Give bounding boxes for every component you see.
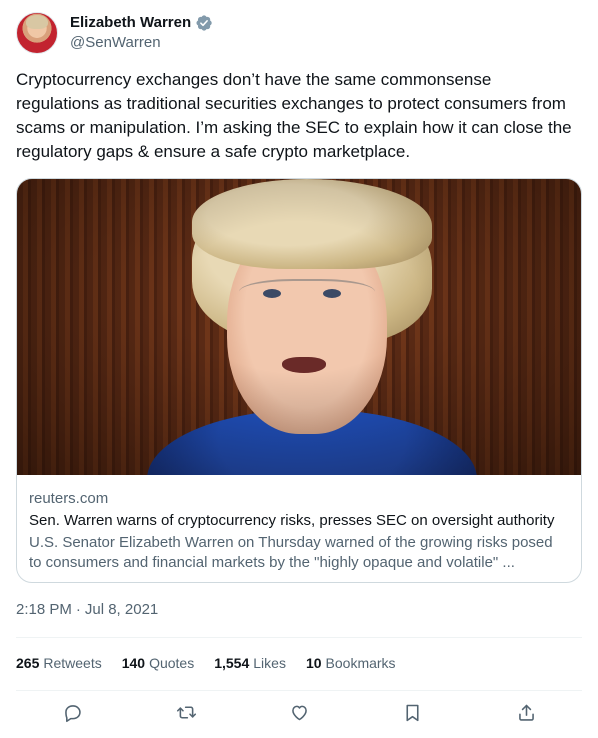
- tweet-header: Elizabeth Warren @SenWarren: [16, 12, 213, 54]
- verified-badge-icon: [195, 14, 213, 32]
- card-image[interactable]: [17, 179, 581, 475]
- bookmark-icon: [402, 702, 423, 728]
- retweet-icon: [176, 702, 197, 728]
- likes-label: Likes: [253, 655, 286, 671]
- bookmarks-count: 10: [305, 655, 322, 671]
- card-domain: reuters.com: [29, 490, 109, 507]
- retweets-label: Retweets: [43, 655, 102, 671]
- tweet-text: Cryptocurrency exchanges don’t have the …: [16, 70, 577, 161]
- timestamp[interactable]: 2:18 PM · Jul 8, 2021: [16, 600, 158, 620]
- stat-bookmarks[interactable]: 10 Bookmarks: [306, 653, 396, 673]
- share-icon: [516, 702, 537, 728]
- time-separator: ·: [75, 601, 81, 618]
- card-description: U.S. Senator Elizabeth Warren on Thursda…: [29, 534, 553, 571]
- bookmarks-label: Bookmarks: [325, 655, 396, 671]
- bookmark-button[interactable]: [397, 700, 427, 730]
- reply-icon: [62, 702, 83, 728]
- divider: [16, 637, 582, 638]
- stat-likes[interactable]: 1,554 Likes: [214, 653, 286, 673]
- tweet: Elizabeth Warren @SenWarren Cryptocurren…: [0, 0, 598, 738]
- retweets-count: 265: [16, 655, 40, 671]
- avatar[interactable]: [16, 12, 58, 54]
- quotes-count: 140: [121, 655, 146, 671]
- card-title: Sen. Warren warns of cryptocurrency risk…: [29, 512, 555, 529]
- divider: [16, 690, 582, 691]
- like-button[interactable]: [284, 700, 314, 730]
- author-names: Elizabeth Warren @SenWarren: [70, 13, 213, 53]
- heart-icon: [289, 702, 310, 728]
- stat-retweets[interactable]: 265 Retweets: [16, 653, 102, 673]
- name-row: Elizabeth Warren: [70, 13, 213, 33]
- quotes-label: Quotes: [149, 655, 195, 671]
- link-card[interactable]: reuters.com Sen. Warren warns of cryptoc…: [16, 178, 582, 583]
- display-name[interactable]: Elizabeth Warren: [70, 13, 191, 33]
- handle[interactable]: @SenWarren: [70, 33, 213, 53]
- share-button[interactable]: [511, 700, 541, 730]
- engagement-stats: 265 Retweets 140 Quotes 1,554 Likes 10 B…: [16, 653, 396, 673]
- reply-button[interactable]: [57, 700, 87, 730]
- tweet-date: Jul 8, 2021: [84, 601, 159, 618]
- stat-quotes[interactable]: 140 Quotes: [122, 653, 195, 673]
- tweet-time: 2:18 PM: [16, 601, 72, 618]
- likes-count: 1,554: [214, 655, 250, 671]
- retweet-button[interactable]: [171, 700, 201, 730]
- action-bar: [16, 700, 582, 730]
- card-meta: reuters.com Sen. Warren warns of cryptoc…: [17, 475, 581, 573]
